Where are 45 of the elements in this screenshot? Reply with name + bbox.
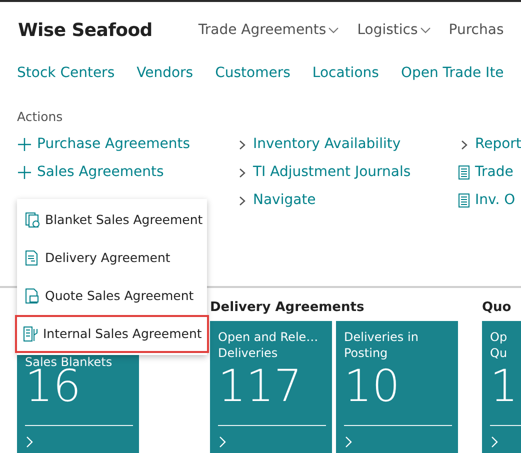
menu-item[interactable]: Internal Sales Agreement	[15, 315, 209, 353]
menu-button[interactable]: Purchas	[448, 20, 504, 40]
tile-count: 1	[490, 363, 519, 411]
tile-count: 10	[344, 363, 401, 411]
chevron-right-icon	[344, 435, 354, 449]
action-link[interactable]: Inventory Availability	[236, 130, 458, 159]
document-icon	[458, 193, 470, 208]
nav-link[interactable]: Stock Centers	[17, 62, 115, 84]
menu-item[interactable]: Delivery Agreement	[17, 239, 207, 277]
nav-link[interactable]: Vendors	[136, 62, 194, 84]
plus-icon	[17, 165, 32, 180]
document-icon	[23, 326, 38, 342]
menu-item[interactable]: Quote Sales Agreement	[17, 277, 207, 315]
tile[interactable]: Deliveries in Posting 10	[336, 321, 458, 453]
action-link[interactable]: Inv. O	[458, 186, 521, 215]
nav-link[interactable]: Locations	[312, 62, 379, 84]
document-icon	[25, 212, 40, 228]
chevron-right-icon	[25, 435, 35, 449]
document-icon	[25, 288, 40, 304]
action-link[interactable]: Purchase Agreements	[17, 130, 236, 159]
tile-title: Open and Rele… Deliveries	[218, 329, 318, 361]
action-link[interactable]: Sales Agreements	[17, 158, 236, 187]
section-heading: Delivery Agreements	[210, 299, 366, 317]
chevron-right-icon	[218, 435, 228, 449]
action-link[interactable]: Navigate	[236, 186, 458, 215]
tile[interactable]: Op Qu 1	[482, 321, 521, 453]
action-link[interactable]: Report	[458, 130, 521, 159]
tile-title: Op Qu	[490, 329, 508, 361]
tile-count: 117	[218, 363, 303, 411]
menu-button[interactable]: Logistics	[357, 20, 431, 40]
action-link[interactable]: TI Adjustment Journals	[236, 158, 458, 187]
nav-link[interactable]: Customers	[215, 62, 290, 84]
plus-icon	[17, 137, 32, 152]
section-heading: Quo	[482, 299, 512, 317]
app-title: Wise Seafood	[18, 18, 152, 42]
chevron-right-icon	[490, 435, 500, 449]
nav-link[interactable]: Open Trade Ite	[400, 62, 504, 84]
tile-title: Deliveries in Posting	[344, 329, 418, 361]
document-icon	[458, 165, 470, 180]
menu-item[interactable]: Blanket Sales Agreement	[17, 201, 207, 239]
section-label: Actions	[17, 108, 64, 126]
tile[interactable]: Open and Rele… Deliveries 117	[210, 321, 332, 453]
document-icon	[25, 250, 40, 266]
menu-button[interactable]: Trade Agreements	[198, 20, 340, 40]
action-link[interactable]: Trade	[458, 158, 521, 187]
